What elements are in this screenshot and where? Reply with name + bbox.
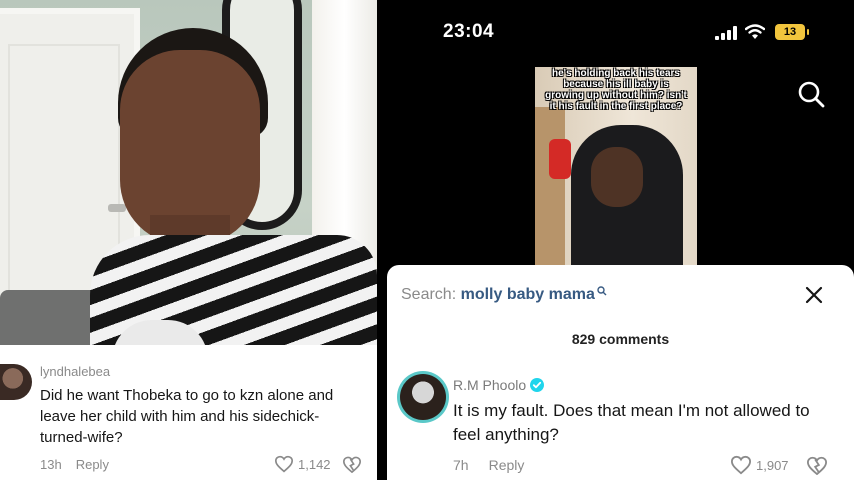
heart-icon[interactable] [274,455,294,473]
comment-meta: 7h Reply [453,457,524,473]
search-prefix: Search: [401,286,457,303]
comments-sheet: Search: molly baby mama 829 comments R.M… [387,265,854,480]
screen: lyndhalebea Did he want Thobeka to go to… [0,0,854,480]
reply-button[interactable]: Reply [76,457,109,472]
verified-icon [530,378,545,392]
video-frame-left[interactable] [0,0,377,345]
comment-username[interactable]: lyndhalebea [40,364,110,379]
comment-username[interactable]: R.M Phoolo [453,377,545,393]
dislike-icon[interactable] [806,455,828,475]
video-caption: he's holding back his tears because his … [545,68,687,112]
username-text: R.M Phoolo [453,377,527,393]
avatar[interactable] [397,371,449,423]
heart-icon[interactable] [730,455,752,475]
search-icon[interactable] [797,80,825,108]
person-face [591,147,643,207]
video-thumbnail[interactable]: he's holding back his tears because his … [535,67,697,267]
like-count: 1,907 [756,458,789,473]
comment-text: It is my fault. Does that mean I'm not a… [453,401,810,444]
comment-text: Did he want Thobeka to go to kzn alone a… [40,387,334,446]
search-term-link[interactable]: molly baby mama [461,286,595,303]
wifi-icon [745,24,765,39]
left-video-panel: lyndhalebea Did he want Thobeka to go to… [0,0,377,480]
close-icon[interactable] [804,285,824,305]
door-handle [108,204,126,212]
reply-button[interactable]: Reply [489,457,525,473]
comment-time: 13h [40,457,62,472]
like-count: 1,142 [298,457,331,472]
comment-time: 7h [453,457,469,473]
fire-extinguisher [549,139,571,179]
video-door [535,107,565,267]
status-time: 23:04 [443,21,495,42]
comment-count: 829 comments [571,331,670,347]
battery-icon: 13 [775,24,809,40]
avatar-image [400,374,446,420]
right-phone-panel: 23:04 13 he's holding back his tears bec… [387,0,854,480]
dislike-icon[interactable] [342,455,362,473]
comment-meta: 13h Reply [40,457,109,472]
comment-search-bar[interactable]: Search: molly baby mama [401,286,607,304]
signal-icon [715,26,737,40]
search-icon [597,286,607,296]
